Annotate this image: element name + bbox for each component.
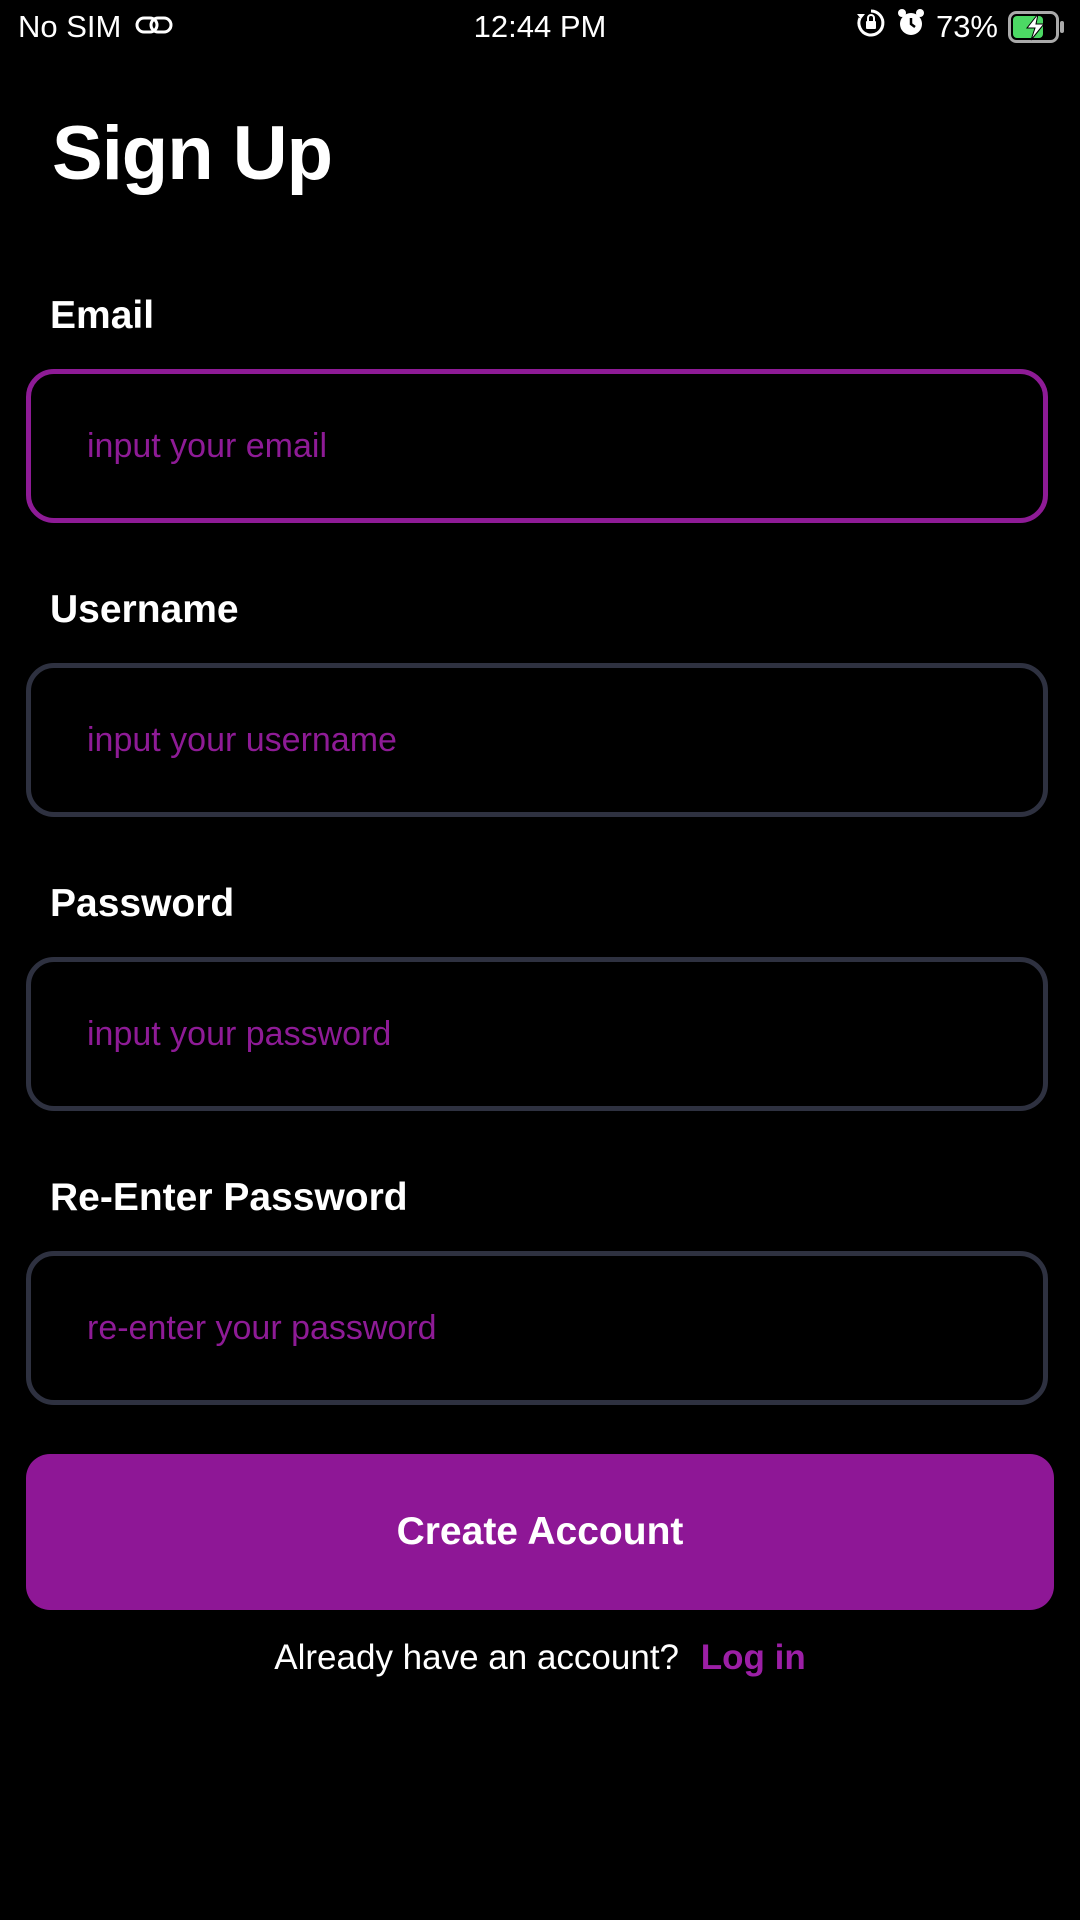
login-link[interactable]: Log in [701,1638,806,1677]
page-title: Sign Up [52,111,333,196]
battery-percent: 73% [935,9,998,44]
email-field[interactable] [87,374,987,518]
password-field[interactable] [87,962,987,1106]
rotation-lock-icon [856,8,886,46]
email-field-container [26,369,1048,523]
confirm-password-field-container [26,1251,1048,1405]
username-label: Username [50,588,239,631]
confirm-password-field[interactable] [87,1256,987,1400]
password-field-container [26,957,1048,1111]
status-bar: No SIM 12:44 PM 73% [0,0,1080,54]
confirm-password-label: Re-Enter Password [50,1176,408,1219]
password-label: Password [50,882,235,925]
battery-charging-icon [1008,11,1066,43]
status-bar-right: 73% [856,8,1066,46]
login-prompt-text: Already have an account? [274,1638,680,1677]
login-prompt: Already have an account? Log in [0,1638,1080,1678]
username-field-container [26,663,1048,817]
username-field[interactable] [87,668,987,812]
email-label: Email [50,294,155,337]
alarm-icon [896,8,926,46]
create-account-button[interactable]: Create Account [26,1454,1054,1610]
